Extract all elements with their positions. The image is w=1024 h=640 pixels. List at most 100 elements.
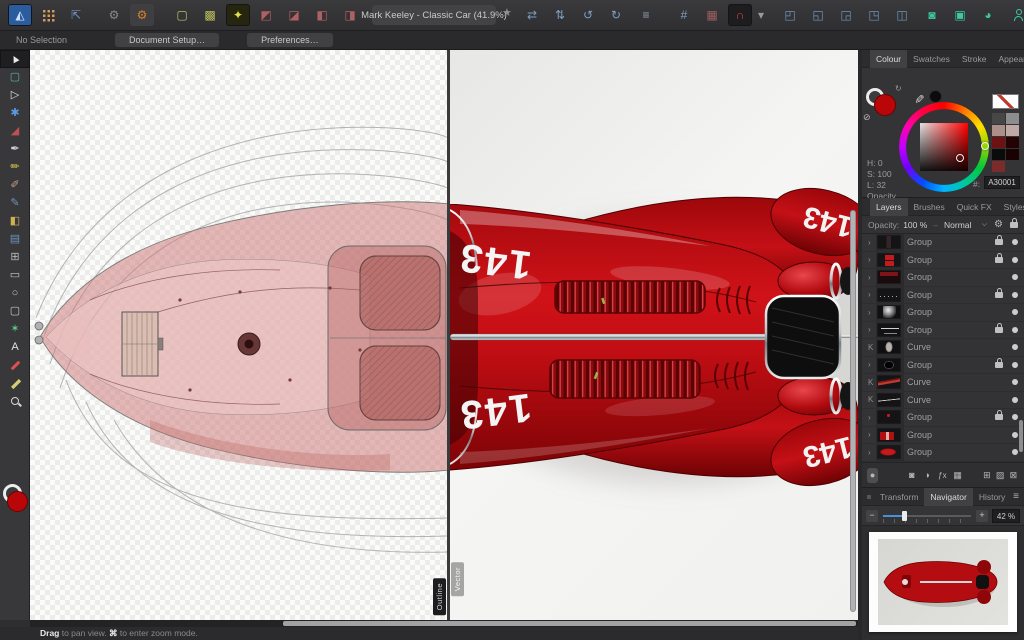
preferences-gear-button[interactable]: ⚙ bbox=[130, 4, 154, 26]
tab-history[interactable]: History bbox=[973, 488, 1011, 506]
layer-row[interactable]: ›Group bbox=[862, 287, 1024, 305]
layer-row[interactable]: › Group bbox=[862, 427, 1024, 445]
layer-row[interactable]: KCurve bbox=[862, 374, 1024, 392]
colour-square[interactable] bbox=[920, 123, 968, 171]
hex-input[interactable]: A30001 bbox=[984, 176, 1020, 189]
expand-chevron-icon[interactable]: › bbox=[868, 255, 877, 264]
layer-row[interactable]: ›Group bbox=[862, 234, 1024, 252]
delete-layer-button[interactable]: ⊠ bbox=[1008, 468, 1019, 483]
node-tool[interactable]: ▷ bbox=[0, 86, 30, 104]
vector-view-badge[interactable]: Vector bbox=[451, 562, 464, 596]
visibility-dot[interactable] bbox=[1012, 414, 1018, 420]
expand-chevron-icon[interactable]: › bbox=[868, 290, 877, 299]
insert-layer-button[interactable]: ⊞ bbox=[981, 468, 992, 483]
flip-vertical-button[interactable]: ⇅ bbox=[548, 4, 572, 26]
move-tool[interactable]: ▲ bbox=[0, 50, 30, 68]
colour-swatch[interactable] bbox=[992, 125, 1005, 136]
tab-transform[interactable]: Transform bbox=[874, 488, 924, 506]
layer-lock-icon[interactable] bbox=[1010, 222, 1018, 228]
live-filter-button[interactable]: ▦ bbox=[952, 468, 963, 483]
insert-on-top-button[interactable]: ◕ bbox=[976, 4, 1000, 26]
visibility-dot[interactable] bbox=[1012, 327, 1018, 333]
layer-row[interactable]: ›Group bbox=[862, 322, 1024, 340]
document-setup-button[interactable]: Document Setup… bbox=[115, 33, 219, 47]
expand-chevron-icon[interactable]: › bbox=[868, 430, 877, 439]
visibility-dot[interactable] bbox=[1012, 432, 1018, 438]
boolean-add-button[interactable]: ◰ bbox=[778, 4, 802, 26]
edit-all-layers-button[interactable]: ● bbox=[867, 468, 878, 483]
swap-colours-icon[interactable]: ↻ bbox=[895, 84, 902, 93]
ellipse-tool[interactable]: ○ bbox=[0, 284, 30, 302]
account-button[interactable] bbox=[1006, 4, 1024, 26]
layer-effects-button[interactable]: ƒx bbox=[937, 468, 948, 483]
text-tool[interactable]: A bbox=[0, 338, 30, 356]
layer-name[interactable]: Group bbox=[907, 237, 995, 247]
zoom-out-button[interactable]: − bbox=[866, 510, 878, 522]
arrange-back-one-button[interactable]: ◪ bbox=[282, 4, 306, 26]
colour-swatch[interactable] bbox=[1006, 149, 1019, 160]
insert-behind-button[interactable]: ◙ bbox=[920, 4, 944, 26]
layer-row[interactable]: ›Group bbox=[862, 269, 1024, 287]
colour-swatch[interactable] bbox=[992, 149, 1005, 160]
layer-thumbnail[interactable] bbox=[877, 323, 901, 337]
colour-swatch[interactable] bbox=[1006, 137, 1019, 148]
curve-marker-icon[interactable]: K bbox=[868, 395, 877, 404]
layer-name[interactable]: Group bbox=[907, 447, 1012, 457]
layer-name[interactable]: Group bbox=[907, 272, 1012, 282]
lock-icon[interactable] bbox=[995, 327, 1003, 333]
layer-thumbnail[interactable] bbox=[877, 445, 901, 459]
expand-chevron-icon[interactable]: › bbox=[868, 448, 877, 457]
tab-navigator[interactable]: Navigator bbox=[924, 488, 972, 506]
layers-opacity-value[interactable]: 100 % bbox=[903, 220, 927, 230]
canvas-horizontal-scrollbar[interactable] bbox=[30, 620, 858, 627]
tab-layers[interactable]: Layers bbox=[870, 198, 908, 216]
boolean-divide-button[interactable]: ◳ bbox=[862, 4, 886, 26]
layer-row[interactable]: ›Group bbox=[862, 409, 1024, 427]
layer-name[interactable]: Group bbox=[907, 430, 1012, 440]
document-title[interactable]: Mark Keeley - Classic Car (41.9%) bbox=[372, 5, 496, 25]
new-pixel-layer-button[interactable]: ▨ bbox=[995, 468, 1006, 483]
lock-icon[interactable] bbox=[995, 292, 1003, 298]
arrange-move-to-back-button[interactable]: ◩ bbox=[254, 4, 278, 26]
layer-thumbnail[interactable] bbox=[877, 305, 901, 319]
tab-colour[interactable]: Colour bbox=[870, 50, 907, 68]
zoom-slider-thumb[interactable] bbox=[902, 511, 907, 521]
visibility-dot[interactable] bbox=[1012, 274, 1018, 280]
rotate-ccw-button[interactable]: ↺ bbox=[576, 4, 600, 26]
colour-swatch[interactable] bbox=[992, 113, 1005, 124]
favourite-star-icon[interactable]: ★ bbox=[502, 8, 512, 19]
visibility-dot[interactable] bbox=[1012, 239, 1018, 245]
pixel-persona-button[interactable] bbox=[36, 4, 60, 26]
fill-stroke-wells[interactable] bbox=[2, 484, 30, 514]
show-grid-button[interactable]: ▦ bbox=[700, 4, 724, 26]
expand-chevron-icon[interactable]: › bbox=[868, 308, 877, 317]
zoom-value[interactable]: 42 % bbox=[992, 509, 1020, 523]
visibility-dot[interactable] bbox=[1012, 397, 1018, 403]
view-mode-outline-button[interactable]: ✦ bbox=[226, 4, 250, 26]
curve-marker-icon[interactable]: K bbox=[868, 343, 877, 352]
layer-name[interactable]: Curve bbox=[907, 342, 1012, 352]
export-persona-button[interactable]: ⇱ bbox=[64, 4, 88, 26]
document-settings-button[interactable]: ⚙ bbox=[102, 4, 126, 26]
expand-chevron-icon[interactable]: › bbox=[868, 325, 877, 334]
arrange-move-to-front-button[interactable]: ◨ bbox=[338, 4, 362, 26]
tab-styles[interactable]: Styles bbox=[998, 198, 1024, 216]
lock-icon[interactable] bbox=[995, 257, 1003, 263]
flip-horizontal-button[interactable]: ⇄ bbox=[520, 4, 544, 26]
layer-row[interactable]: KCurve bbox=[862, 392, 1024, 410]
lock-icon[interactable] bbox=[995, 362, 1003, 368]
adjustment-layer-button[interactable]: ◑ bbox=[922, 468, 933, 483]
horizontal-scroll-thumb[interactable] bbox=[283, 621, 856, 626]
rounded-rectangle-tool[interactable]: ▢ bbox=[0, 302, 30, 320]
saturation-selector[interactable] bbox=[956, 154, 964, 162]
tab-brushes[interactable]: Brushes bbox=[908, 198, 951, 216]
layer-name[interactable]: Group bbox=[907, 255, 995, 265]
rotate-cw-button[interactable]: ↻ bbox=[604, 4, 628, 26]
blend-stepper-icon[interactable]: ⌵ bbox=[982, 221, 987, 229]
layer-thumbnail[interactable] bbox=[877, 270, 901, 284]
insert-inside-button[interactable]: ▣ bbox=[948, 4, 972, 26]
visibility-dot[interactable] bbox=[1012, 309, 1018, 315]
layer-thumbnail[interactable] bbox=[877, 253, 901, 267]
layer-thumbnail[interactable] bbox=[877, 428, 901, 442]
hue-selector[interactable] bbox=[981, 142, 989, 150]
